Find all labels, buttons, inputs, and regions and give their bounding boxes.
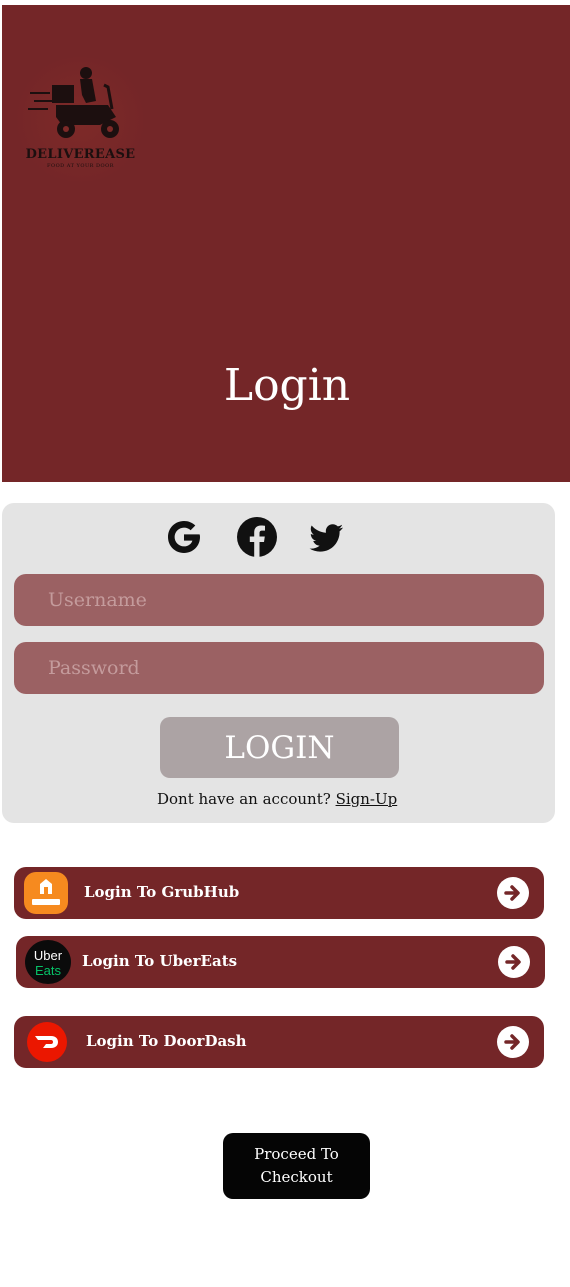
scooter-rider-icon xyxy=(28,67,119,138)
grubhub-icon xyxy=(24,872,68,914)
brand-name: DELIVEREASE xyxy=(25,147,136,162)
doordash-login-label: Login To DoorDash xyxy=(86,1032,247,1050)
doordash-login-button[interactable]: Login To DoorDash xyxy=(14,1016,544,1068)
arrow-right-icon xyxy=(497,1026,529,1058)
password-input[interactable] xyxy=(14,642,544,694)
proceed-to-checkout-button[interactable]: Proceed To Checkout xyxy=(223,1133,370,1199)
ubereats-icon: Uber Eats xyxy=(25,940,71,984)
signup-link[interactable]: Sign-Up xyxy=(336,790,398,808)
arrow-right-icon xyxy=(498,946,530,978)
login-button[interactable]: LOGIN xyxy=(160,717,399,778)
username-input[interactable] xyxy=(14,574,544,626)
grubhub-login-label: Login To GrubHub xyxy=(84,883,240,901)
ubereats-login-button[interactable]: Uber Eats Login To UberEats xyxy=(16,936,545,988)
page-title: Login xyxy=(223,360,351,411)
brand-tagline: FOOD AT YOUR DOOR xyxy=(47,163,114,169)
svg-text:Eats: Eats xyxy=(35,963,62,978)
svg-text:Uber: Uber xyxy=(34,948,63,963)
google-icon[interactable] xyxy=(162,515,206,559)
brand-logo: DELIVEREASE FOOD AT YOUR DOOR xyxy=(8,57,153,182)
ubereats-login-label: Login To UberEats xyxy=(82,952,238,970)
doordash-icon xyxy=(27,1022,67,1062)
arrow-right-icon xyxy=(497,877,529,909)
signup-prompt-text: Dont have an account? xyxy=(157,790,331,808)
facebook-icon[interactable] xyxy=(235,515,279,559)
twitter-icon[interactable] xyxy=(307,515,345,559)
signup-prompt: Dont have an account? Sign-Up xyxy=(157,790,397,808)
checkout-label-line2: Checkout xyxy=(260,1168,333,1186)
checkout-label-line1: Proceed To xyxy=(254,1145,339,1163)
grubhub-login-button[interactable]: Login To GrubHub xyxy=(14,867,544,919)
hero-header: DELIVEREASE FOOD AT YOUR DOOR Login xyxy=(2,5,570,482)
